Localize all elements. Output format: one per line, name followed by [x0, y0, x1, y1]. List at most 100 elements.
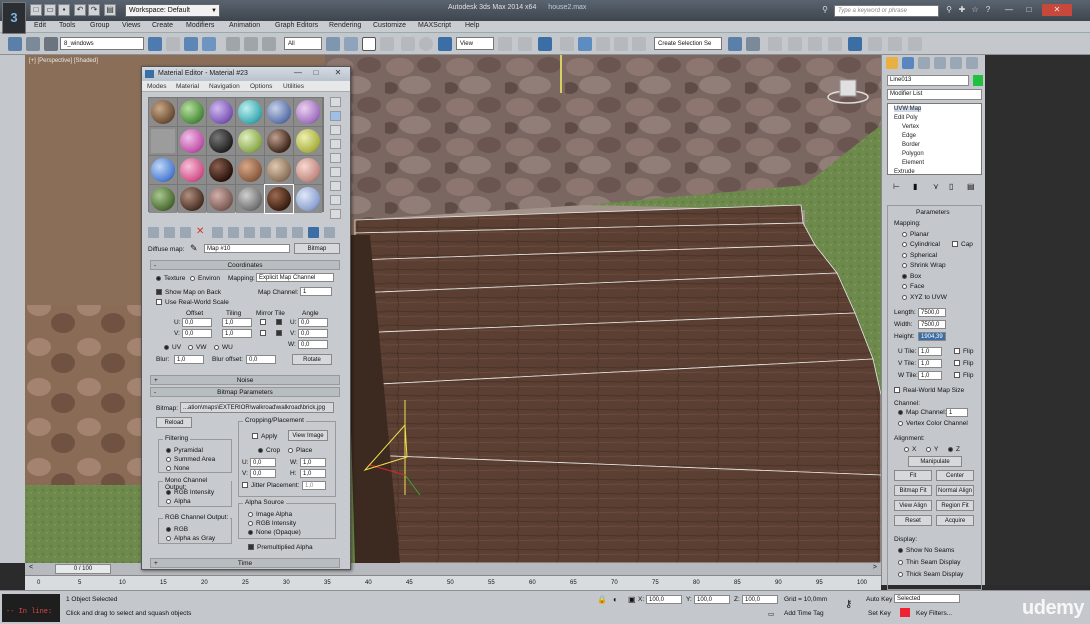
modifier-list-dropdown[interactable]: Modifier List — [887, 89, 982, 100]
normal-align-button[interactable]: Normal Align — [936, 485, 974, 496]
minimize-button[interactable]: — — [1000, 4, 1018, 16]
sample-slot[interactable] — [149, 127, 177, 155]
project-folder-icon[interactable]: ▤ — [104, 4, 116, 16]
workspace-dropdown[interactable]: Workspace: Default ▼ — [125, 4, 220, 17]
fit-button[interactable]: Fit — [894, 470, 932, 481]
configure-modifier-sets-icon[interactable]: ▤ — [967, 182, 975, 191]
menu-modifiers[interactable]: Modifiers — [186, 22, 214, 29]
angle-snap-icon[interactable] — [578, 37, 592, 51]
move-icon[interactable] — [166, 37, 180, 51]
menu-navigation[interactable]: Navigation — [209, 83, 240, 90]
u-tile-field[interactable]: 1,0 — [918, 347, 942, 356]
sample-slot[interactable] — [178, 127, 206, 155]
reset-map-icon[interactable]: ✕ — [196, 227, 207, 238]
coordinates-rollout-header[interactable]: - Coordinates — [150, 260, 340, 270]
lock-selection-icon[interactable]: 🔒 — [597, 595, 607, 604]
planar-radio[interactable]: Planar — [902, 231, 929, 238]
bitmap-parameters-rollout-header[interactable]: - Bitmap Parameters — [150, 387, 340, 397]
show-shaded-material-icon[interactable] — [276, 227, 287, 238]
help-icon[interactable]: ? — [983, 5, 993, 15]
named-selection-dropdown[interactable]: Create Selection Se — [654, 37, 722, 50]
close-button[interactable]: ✕ — [1042, 4, 1072, 16]
region-fit-button[interactable]: Region Fit — [936, 500, 974, 511]
snaps-toggle-icon[interactable] — [560, 37, 574, 51]
sample-slot[interactable] — [294, 156, 322, 184]
sample-slot[interactable] — [207, 156, 235, 184]
reset-button[interactable]: Reset — [894, 515, 932, 526]
save-file-icon[interactable]: ▪ — [58, 4, 70, 16]
vertex-color-channel-radio[interactable]: Vertex Color Channel — [898, 420, 968, 427]
sample-uv-tiling-icon[interactable] — [330, 139, 341, 149]
v-flip-checkbox[interactable]: Flip — [954, 360, 973, 367]
vw-radio[interactable]: VW — [188, 344, 206, 351]
hierarchy-tab-icon[interactable] — [918, 57, 930, 69]
bitmap-fit-button[interactable]: Bitmap Fit — [894, 485, 932, 496]
sample-slot[interactable] — [236, 127, 264, 155]
options-icon[interactable] — [330, 181, 341, 191]
menu-rendering[interactable]: Rendering — [329, 22, 361, 29]
premultiplied-alpha-checkbox[interactable]: Premultiplied Alpha — [248, 544, 313, 551]
communication-center-icon[interactable]: ☆ — [970, 5, 980, 15]
selection-set-dropdown[interactable]: 8_windows — [60, 37, 144, 50]
menu-graph-editors[interactable]: Graph Editors — [275, 22, 318, 29]
mapping-dropdown[interactable]: Explicit Map Channel — [256, 273, 334, 282]
noise-rollout-header[interactable]: + Noise — [150, 375, 340, 385]
alpha-as-gray-radio[interactable]: Alpha as Gray — [166, 535, 215, 542]
app-logo-icon[interactable]: 3 — [2, 2, 26, 34]
face-radio[interactable]: Face — [902, 283, 924, 290]
utilities-tab-icon[interactable] — [966, 57, 978, 69]
spinner-snap-icon[interactable] — [614, 37, 628, 51]
v-tile-checkbox[interactable] — [276, 330, 285, 337]
sample-slot[interactable] — [236, 185, 264, 213]
select-move-icon[interactable] — [401, 37, 415, 51]
stack-item-extrude[interactable]: Extrude — [894, 169, 915, 175]
crop-radio[interactable]: Crop — [258, 447, 280, 454]
map-channel-field[interactable]: 1 — [946, 408, 968, 417]
box-radio[interactable]: Box — [902, 273, 921, 280]
select-rotate-icon[interactable] — [419, 37, 433, 51]
rendered-frame-window-icon[interactable] — [888, 37, 902, 51]
menu-edit[interactable]: Edit — [34, 22, 46, 29]
put-to-library-icon[interactable] — [244, 227, 255, 238]
sample-type-icon[interactable] — [330, 97, 341, 107]
window-crossing-icon[interactable] — [380, 37, 394, 51]
show-map-on-back-checkbox[interactable]: Show Map on Back — [156, 289, 221, 296]
uv-radio[interactable]: UV — [164, 344, 181, 351]
minimize-button[interactable]: — — [290, 68, 306, 79]
sample-slot[interactable] — [294, 185, 322, 213]
undo-icon[interactable]: ↶ — [74, 4, 86, 16]
view-image-button[interactable]: View Image — [288, 430, 328, 441]
sample-slot[interactable] — [236, 156, 264, 184]
menu-modes[interactable]: Modes — [147, 83, 167, 90]
make-preview-icon[interactable] — [330, 167, 341, 177]
make-unique-icon[interactable]: ⋎ — [933, 182, 939, 191]
thin-seam-radio[interactable]: Thin Seam Display — [898, 559, 961, 566]
copy-material-icon[interactable] — [212, 227, 223, 238]
redo-icon[interactable] — [26, 37, 40, 51]
eyedropper-icon[interactable]: ✎ — [190, 243, 198, 254]
y-coord-field[interactable]: 100,0 — [694, 595, 730, 604]
align-y-radio[interactable]: Y — [926, 446, 938, 453]
v-offset-field[interactable]: 0,0 — [182, 329, 212, 338]
u-tile-checkbox[interactable] — [276, 319, 285, 326]
u-offset-field[interactable]: 0,0 — [182, 318, 212, 327]
render-production-icon[interactable] — [908, 37, 922, 51]
rect-region-icon[interactable] — [362, 37, 376, 51]
sample-slot[interactable] — [265, 156, 293, 184]
u-flip-checkbox[interactable]: Flip — [954, 348, 973, 355]
material-id-channel-icon[interactable] — [260, 227, 271, 238]
select-scale-icon[interactable] — [438, 37, 452, 51]
selection-filter-dropdown[interactable]: All — [284, 37, 322, 50]
get-material-icon[interactable] — [148, 227, 159, 238]
cylindrical-radio[interactable]: Cylindrical — [902, 241, 940, 248]
menu-group[interactable]: Group — [90, 22, 109, 29]
u-mirror-checkbox[interactable] — [260, 319, 269, 326]
motion-tab-icon[interactable] — [934, 57, 946, 69]
edit-named-selection-icon[interactable] — [632, 37, 646, 51]
blur-field[interactable]: 1,0 — [174, 355, 204, 364]
u-tiling-field[interactable]: 1,0 — [222, 318, 252, 327]
maximize-button[interactable]: □ — [1020, 4, 1038, 16]
width-field[interactable]: 7500,0 — [918, 320, 946, 329]
bind-space-warp-icon[interactable] — [262, 37, 276, 51]
xyz-to-uvw-radio[interactable]: XYZ to UVW — [902, 294, 947, 301]
